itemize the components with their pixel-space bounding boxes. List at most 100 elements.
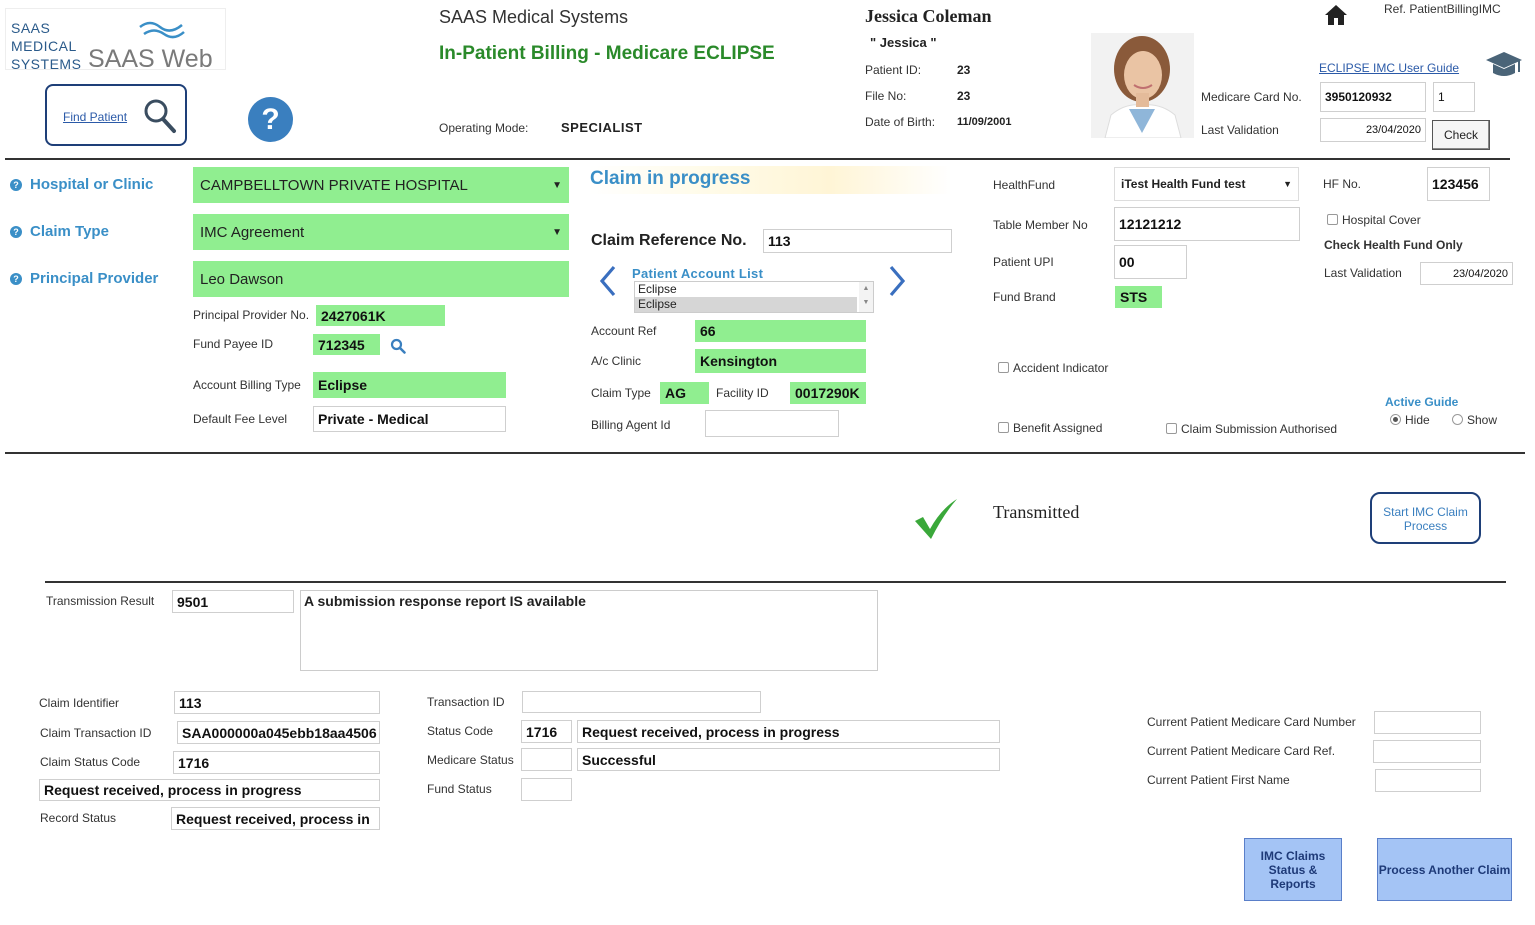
check-button[interactable]: Check (1432, 120, 1490, 150)
transmission-result-message[interactable]: A submission response report IS availabl… (300, 590, 878, 671)
company-name: SAAS Medical Systems (439, 7, 629, 27)
fund-brand-input[interactable]: STS (1115, 286, 1162, 308)
accident-indicator-checkbox[interactable]: Accident Indicator (998, 361, 1108, 375)
medicare-card-input[interactable]: 3950120932 (1320, 82, 1426, 112)
billing-type-input[interactable]: Eclipse (313, 372, 506, 398)
billing-type-label: Account Billing Type (193, 378, 301, 392)
record-status-input[interactable]: Request received, process in (171, 807, 380, 830)
list-item[interactable]: Eclipse (635, 282, 873, 297)
claim-ref-label: Claim Reference No. (591, 232, 747, 249)
hf-last-validation-input[interactable]: 23/04/2020 (1420, 262, 1513, 285)
file-no-label: File No: (865, 89, 907, 103)
transmitted-status: Transmitted (993, 502, 1080, 522)
checkbox-icon[interactable] (998, 362, 1009, 373)
claim-status-text-input[interactable]: Request received, process in progress (39, 779, 380, 801)
status-code-input[interactable]: 1716 (521, 720, 572, 743)
medicare-validation-input[interactable]: 23/04/2020 (1320, 118, 1426, 142)
help-icon[interactable]: ? (248, 97, 293, 142)
patient-id-label: Patient ID: (865, 63, 922, 77)
chevron-down-icon: ▼ (552, 179, 562, 191)
list-scrollbar[interactable]: ▲ ▼ (859, 282, 873, 312)
find-patient-link[interactable]: Find Patient (63, 110, 127, 124)
transaction-id-input[interactable] (522, 691, 761, 713)
help-circle-icon[interactable]: ? (10, 273, 22, 285)
claim-transaction-label: Claim Transaction ID (40, 726, 152, 740)
medicare-card-label: Medicare Card No. (1201, 90, 1302, 104)
checkbox-icon[interactable] (998, 422, 1009, 433)
status-code-text-input[interactable]: Request received, process in progress (577, 720, 1000, 743)
checkbox-icon[interactable] (1327, 214, 1338, 225)
logo-line3: SYSTEMS (11, 56, 82, 72)
claim-status-code-input[interactable]: 1716 (173, 751, 380, 774)
claim-identifier-input[interactable]: 113 (174, 691, 380, 714)
patient-nickname: " Jessica " (870, 35, 937, 50)
imc-claims-status-reports-button[interactable]: IMC Claims Status & Reports (1244, 838, 1342, 901)
checkbox-icon[interactable] (1166, 423, 1177, 434)
hospital-cover-checkbox[interactable]: Hospital Cover (1327, 213, 1421, 227)
claim-type-select[interactable]: IMC Agreement ▼ (193, 214, 569, 250)
fund-status-input[interactable] (521, 778, 572, 801)
healthfund-label: HealthFund (993, 178, 1056, 192)
principal-provider-label: ? Principal Provider (10, 270, 158, 287)
patient-account-list[interactable]: Eclipse Eclipse ▲ ▼ (634, 281, 874, 313)
mid-claim-type-input[interactable]: AG (660, 382, 709, 404)
claim-transaction-input[interactable]: SAA000000a045ebb18aa4506 (177, 721, 380, 744)
fund-payee-input[interactable]: 712345 (313, 334, 380, 355)
fee-level-label: Default Fee Level (193, 412, 288, 426)
claim-ref-input[interactable]: 113 (763, 229, 952, 253)
ac-clinic-input[interactable]: Kensington (695, 349, 866, 373)
help-circle-icon[interactable]: ? (10, 226, 22, 238)
billing-agent-label: Billing Agent Id (591, 418, 671, 432)
patient-upi-input[interactable]: 00 (1114, 245, 1187, 279)
billing-agent-input[interactable] (705, 410, 839, 437)
principal-provider-input[interactable]: Leo Dawson (193, 261, 569, 297)
chevron-left-icon[interactable] (597, 264, 619, 298)
current-first-name-label: Current Patient First Name (1147, 773, 1290, 787)
graduation-cap-icon[interactable] (1484, 48, 1524, 80)
dob-value: 11/09/2001 (957, 116, 1012, 128)
hospital-select[interactable]: CAMPBELLTOWN PRIVATE HOSPITAL ▼ (193, 167, 569, 203)
transmission-result-code[interactable]: 9501 (172, 590, 294, 613)
user-guide-link[interactable]: ECLIPSE IMC User Guide (1319, 61, 1459, 75)
claim-submission-checkbox[interactable]: Claim Submission Authorised (1166, 422, 1337, 436)
benefit-assigned-checkbox[interactable]: Benefit Assigned (998, 421, 1102, 435)
medicare-card-ref-input[interactable]: 1 (1433, 82, 1475, 112)
transmission-result-label: Transmission Result (46, 594, 155, 608)
healthfund-select[interactable]: iTest Health Fund test ▼ (1114, 167, 1299, 201)
home-icon[interactable] (1324, 4, 1348, 26)
hide-radio[interactable]: Hide (1390, 413, 1430, 427)
list-item[interactable]: Eclipse (635, 297, 857, 312)
current-card-number-input[interactable] (1374, 711, 1481, 734)
patient-id-value: 23 (957, 63, 971, 77)
operating-mode-value: SPECIALIST (561, 120, 643, 135)
current-first-name-input[interactable] (1375, 769, 1481, 792)
provider-no-input[interactable]: 2427061K (316, 305, 445, 326)
show-radio[interactable]: Show (1452, 413, 1497, 427)
hf-last-validation-label: Last Validation (1324, 266, 1402, 280)
current-card-ref-input[interactable] (1373, 740, 1481, 763)
logo-line2: MEDICAL (11, 38, 77, 54)
medicare-status-input[interactable] (521, 748, 572, 771)
search-icon[interactable] (390, 338, 406, 354)
search-icon[interactable] (143, 98, 177, 134)
page-title: In-Patient Billing - Medicare ECLIPSE (439, 43, 775, 64)
start-imc-claim-button[interactable]: Start IMC Claim Process (1370, 492, 1481, 544)
process-another-claim-button[interactable]: Process Another Claim (1377, 838, 1512, 901)
ac-clinic-label: A/c Clinic (591, 354, 642, 368)
medicare-status-text-input[interactable]: Successful (577, 748, 1000, 771)
waves-icon (139, 21, 185, 39)
help-circle-icon[interactable]: ? (10, 179, 22, 191)
claim-identifier-label: Claim Identifier (39, 696, 120, 710)
find-patient-button[interactable]: Find Patient (45, 84, 187, 146)
radio-icon[interactable] (1390, 414, 1401, 425)
radio-icon[interactable] (1452, 414, 1463, 425)
table-member-input[interactable]: 12121212 (1114, 207, 1300, 241)
facility-id-label: Facility ID (716, 386, 769, 400)
status-code-label: Status Code (427, 724, 494, 738)
facility-id-input[interactable]: 0017290K (790, 382, 866, 404)
check-health-fund-only-label[interactable]: Check Health Fund Only (1324, 238, 1463, 252)
hf-no-input[interactable]: 123456 (1427, 167, 1490, 201)
fee-level-input[interactable]: Private - Medical (313, 406, 506, 432)
chevron-right-icon[interactable] (886, 264, 908, 298)
account-ref-input[interactable]: 66 (695, 320, 866, 342)
